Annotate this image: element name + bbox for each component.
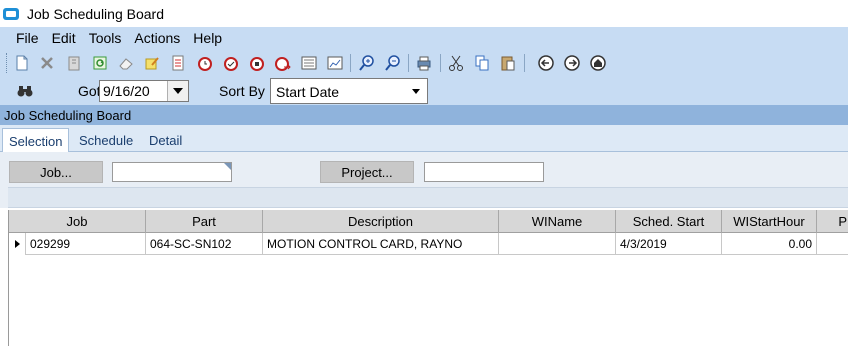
column-header-part[interactable]: Part	[146, 210, 263, 233]
menu-edit[interactable]: Edit	[52, 30, 76, 46]
print-icon[interactable]	[414, 53, 434, 73]
chevron-down-icon	[173, 88, 183, 94]
cell-job[interactable]: 029299	[26, 233, 146, 255]
cell-part[interactable]: 064-SC-SN102	[146, 233, 263, 255]
chevron-down-icon	[412, 89, 420, 94]
tab-detail[interactable]: Detail	[143, 128, 188, 152]
row-selector-icon[interactable]	[9, 233, 26, 255]
app-icon	[3, 7, 19, 20]
cut-icon[interactable]	[446, 53, 466, 73]
clock-icon[interactable]	[195, 53, 215, 73]
goto-dropdown-button[interactable]	[167, 81, 188, 101]
forward-icon[interactable]	[562, 53, 582, 73]
column-header-description[interactable]: Description	[263, 210, 499, 233]
back-icon[interactable]	[536, 53, 556, 73]
cell-partial[interactable]	[817, 233, 848, 255]
paste-icon[interactable]	[498, 53, 518, 73]
edit-icon[interactable]	[142, 53, 162, 73]
home-icon[interactable]	[588, 53, 608, 73]
tab-strip: Selection Schedule Detail	[0, 125, 848, 152]
report-icon[interactable]	[299, 53, 319, 73]
chart-icon[interactable]	[325, 53, 345, 73]
checklist-icon[interactable]	[168, 53, 188, 73]
cell-winame[interactable]	[499, 233, 616, 255]
binoculars-icon[interactable]	[16, 82, 34, 100]
menu-bar: File Edit Tools Actions Help	[0, 27, 848, 49]
sortby-label: Sort By	[219, 83, 265, 99]
column-header-winame[interactable]: WIName	[499, 210, 616, 233]
tab-schedule[interactable]: Schedule	[73, 128, 139, 152]
refresh-icon[interactable]	[90, 53, 110, 73]
toolbar	[0, 49, 848, 77]
zoom-out-icon[interactable]	[383, 53, 403, 73]
delete-icon[interactable]	[37, 53, 57, 73]
window-title: Job Scheduling Board	[27, 5, 164, 22]
zoom-in-icon[interactable]	[357, 53, 377, 73]
toolbar-separator	[350, 54, 351, 72]
clear-icon[interactable]	[116, 53, 136, 73]
navigation-bar: Goto 9/16/20 Sort By Start Date	[0, 77, 848, 105]
sortby-select[interactable]: Start Date	[270, 78, 428, 104]
cell-description[interactable]: MOTION CONTROL CARD, RAYNO	[263, 233, 499, 255]
goto-date-value: 9/16/20	[103, 83, 150, 99]
title-bar: Job Scheduling Board	[0, 0, 848, 27]
new-icon[interactable]	[12, 53, 32, 73]
toolbar-separator	[408, 54, 409, 72]
column-header-partial[interactable]: P	[817, 210, 848, 233]
menu-file[interactable]: File	[16, 30, 39, 46]
clock-stop-icon[interactable]	[247, 53, 267, 73]
column-header-job[interactable]: Job	[9, 210, 146, 233]
cell-wistarthour[interactable]: 0.00	[722, 233, 817, 255]
clock-arrow-icon[interactable]	[273, 53, 293, 73]
jobs-grid: Job Part Description WIName Sched. Start…	[8, 210, 848, 346]
menu-actions[interactable]: Actions	[134, 30, 180, 46]
toolbar-grip[interactable]	[6, 53, 9, 73]
copy-icon[interactable]	[472, 53, 492, 73]
sortby-value: Start Date	[276, 84, 340, 100]
column-header-sched-start[interactable]: Sched. Start	[616, 210, 722, 233]
clock-check-icon[interactable]	[221, 53, 241, 73]
cell-sched-start[interactable]: 4/3/2019	[616, 233, 722, 255]
tab-selection[interactable]: Selection	[2, 128, 70, 152]
group-by-area	[8, 187, 848, 208]
menu-help[interactable]: Help	[193, 30, 222, 46]
grid-header: Job Part Description WIName Sched. Start…	[9, 210, 848, 233]
job-button[interactable]: Job...	[9, 161, 103, 183]
selection-filters: Job... Project...	[0, 152, 848, 208]
toolbar-separator	[524, 54, 525, 72]
menu-tools[interactable]: Tools	[89, 30, 122, 46]
attach-icon[interactable]	[64, 53, 84, 73]
table-row[interactable]: 029299 064-SC-SN102 MOTION CONTROL CARD,…	[9, 233, 848, 255]
column-header-wistarthour[interactable]: WIStartHour	[722, 210, 817, 233]
panel-header: Job Scheduling Board	[0, 105, 848, 125]
job-input[interactable]	[112, 162, 232, 182]
toolbar-separator	[440, 54, 441, 72]
project-button[interactable]: Project...	[320, 161, 414, 183]
project-input[interactable]	[424, 162, 544, 182]
